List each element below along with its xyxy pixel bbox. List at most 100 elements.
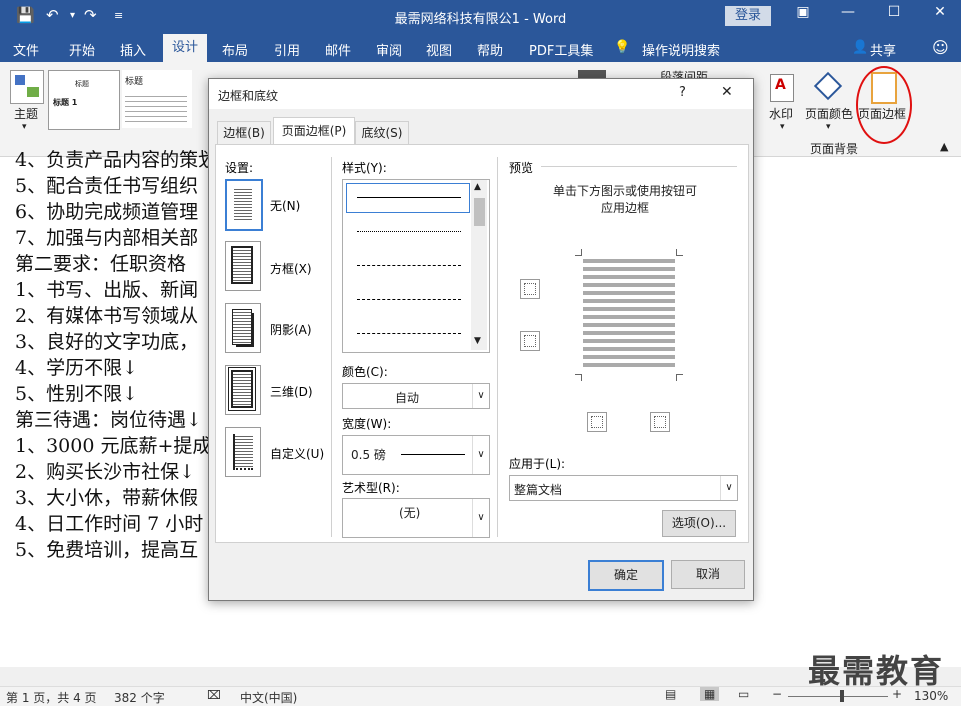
- bottom-border-toggle-icon[interactable]: [520, 331, 540, 351]
- zoom-slider-thumb[interactable]: [840, 690, 844, 702]
- left-border-toggle-icon[interactable]: [587, 412, 607, 432]
- chevron-down-icon[interactable]: ∨: [720, 476, 737, 500]
- minimize-icon[interactable]: —: [833, 4, 863, 20]
- tab-design[interactable]: 设计: [163, 34, 207, 62]
- scroll-thumb[interactable]: [474, 198, 485, 226]
- style-listbox[interactable]: ▲ ▼: [342, 179, 490, 353]
- setting-custom-label[interactable]: 自定义(U): [270, 445, 324, 462]
- zoom-in-icon[interactable]: +: [892, 687, 902, 701]
- watermark-button[interactable]: 水印: [769, 105, 793, 122]
- tell-me-search[interactable]: 操作说明搜索: [642, 40, 720, 59]
- zoom-level[interactable]: 130%: [914, 689, 948, 703]
- setting-custom-preview[interactable]: [225, 427, 261, 477]
- divider: [497, 157, 498, 537]
- setting-box-preview[interactable]: [225, 241, 261, 291]
- smiley-icon[interactable]: ☺: [932, 38, 949, 57]
- theme-icon[interactable]: [10, 70, 44, 104]
- theme-label[interactable]: 主题: [14, 105, 38, 122]
- setting-shadow-label[interactable]: 阴影(A): [270, 321, 312, 338]
- divider: [331, 157, 332, 537]
- setting-3d-preview[interactable]: [225, 365, 261, 415]
- tab-shading[interactable]: 底纹(S): [355, 121, 409, 144]
- watermark-dropdown-icon[interactable]: ▾: [780, 122, 785, 132]
- style-dash-dot[interactable]: [357, 333, 461, 334]
- setting-none-preview[interactable]: [225, 179, 263, 231]
- user-icon: 👤: [852, 40, 869, 55]
- cancel-button[interactable]: 取消: [671, 560, 745, 589]
- tab-layout[interactable]: 布局: [222, 40, 248, 59]
- page-count[interactable]: 第 1 页，共 4 页: [6, 689, 97, 706]
- share-button[interactable]: 共享: [870, 40, 896, 59]
- setting-3d-label[interactable]: 三维(D): [270, 383, 313, 400]
- page-color-dropdown-icon[interactable]: ▾: [826, 122, 831, 132]
- dialog-title: 边框和底纹: [218, 89, 279, 103]
- right-border-toggle-icon[interactable]: [650, 412, 670, 432]
- color-value: 自动: [395, 391, 420, 405]
- top-border-toggle-icon[interactable]: [520, 279, 540, 299]
- doc-line: 7、加强与内部相关部: [15, 227, 199, 249]
- style-dashed-small[interactable]: [357, 265, 461, 266]
- style-set-thumbnail-2[interactable]: 标题: [122, 70, 192, 128]
- theme-dropdown-icon[interactable]: ▾: [22, 122, 27, 132]
- dialog-titlebar: [209, 79, 753, 109]
- zoom-out-icon[interactable]: −: [772, 687, 782, 701]
- style-dashed[interactable]: [357, 299, 461, 300]
- width-dropdown[interactable]: 0.5 磅 ∨: [342, 435, 490, 475]
- chevron-down-icon[interactable]: ∨: [472, 384, 489, 408]
- collapse-ribbon-icon[interactable]: ▲: [940, 140, 948, 153]
- doc-line: 4、学历不限↓: [15, 357, 139, 379]
- doc-line: 5、配合责任书写组织: [15, 175, 199, 197]
- ok-button[interactable]: 确定: [588, 560, 664, 591]
- close-icon[interactable]: ✕: [925, 4, 955, 20]
- page-color-button[interactable]: 页面颜色: [805, 105, 853, 122]
- word-count[interactable]: 382 个字: [114, 689, 165, 706]
- style-dotted[interactable]: [357, 231, 461, 232]
- scroll-up-icon[interactable]: ▲: [474, 182, 481, 192]
- style-title-text-2: 标题: [125, 77, 144, 87]
- page-color-icon[interactable]: [813, 71, 843, 101]
- print-layout-icon[interactable]: ▦: [700, 687, 720, 701]
- language[interactable]: 中文(中国): [240, 689, 297, 706]
- watermark-icon[interactable]: A: [770, 74, 794, 102]
- chevron-down-icon[interactable]: ∨: [472, 499, 489, 537]
- scroll-down-icon[interactable]: ▼: [474, 336, 481, 346]
- style-solid[interactable]: [357, 197, 461, 198]
- setting-none-label[interactable]: 无(N): [270, 197, 300, 214]
- color-dropdown[interactable]: 自动 ∨: [342, 383, 490, 409]
- dialog-close-button[interactable]: ✕: [721, 84, 733, 100]
- zoom-slider[interactable]: [788, 696, 888, 697]
- tab-pdf-tools[interactable]: PDF工具集: [529, 40, 593, 59]
- web-layout-icon[interactable]: ▭: [738, 687, 749, 701]
- tab-help[interactable]: 帮助: [477, 40, 503, 59]
- style-set-thumbnail-1[interactable]: 标题 标题 1: [48, 70, 120, 130]
- tab-references[interactable]: 引用: [274, 40, 300, 59]
- tab-mailings[interactable]: 邮件: [325, 40, 351, 59]
- style-option-selected[interactable]: [346, 183, 470, 213]
- setting-box-label[interactable]: 方框(X): [270, 260, 312, 277]
- focus-mode-icon[interactable]: ▤: [665, 687, 676, 701]
- setting-shadow-preview[interactable]: [225, 303, 261, 353]
- tab-view[interactable]: 视图: [426, 40, 452, 59]
- maximize-icon[interactable]: ☐: [879, 4, 909, 20]
- preview-rule: [541, 166, 737, 167]
- tab-home[interactable]: 开始: [69, 40, 95, 59]
- tab-file[interactable]: 文件: [13, 40, 39, 59]
- tab-insert[interactable]: 插入: [120, 40, 146, 59]
- login-button[interactable]: 登录: [725, 6, 771, 26]
- apply-to-dropdown[interactable]: 整篇文档 ∨: [509, 475, 738, 501]
- tab-page-border[interactable]: 页面边框(P): [273, 117, 355, 145]
- art-dropdown[interactable]: (无) ∨: [342, 498, 490, 538]
- tab-borders[interactable]: 边框(B): [217, 121, 271, 144]
- proofing-icon[interactable]: ⌧: [207, 688, 221, 702]
- options-button[interactable]: 选项(O)...: [662, 510, 736, 537]
- doc-line: 3、大小休，带薪休假: [15, 487, 199, 509]
- doc-line: 4、负责产品内容的策划: [15, 149, 218, 171]
- tab-review[interactable]: 审阅: [376, 40, 402, 59]
- chevron-down-icon[interactable]: ∨: [472, 436, 489, 474]
- doc-line: 6、协助完成频道管理: [15, 201, 199, 223]
- doc-line: 4、日工作时间 7 小时: [15, 513, 204, 535]
- help-button[interactable]: ?: [679, 85, 686, 100]
- preview-page[interactable]: [575, 249, 683, 381]
- ribbon-display-icon[interactable]: ▣: [788, 4, 818, 20]
- doc-line: 5、免费培训，提高互: [15, 539, 199, 561]
